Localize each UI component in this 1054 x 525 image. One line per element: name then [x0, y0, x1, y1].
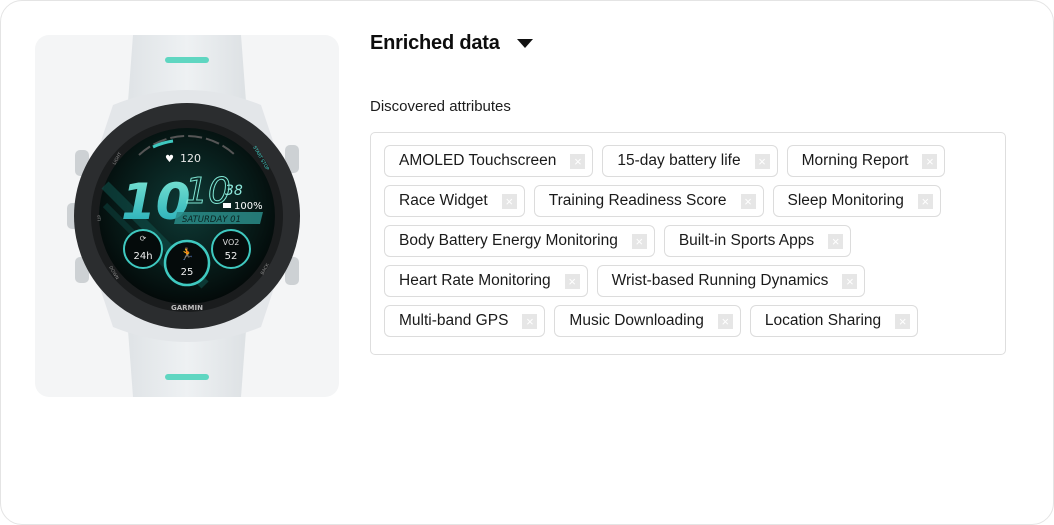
attribute-chip-label: Heart Rate Monitoring	[399, 272, 551, 290]
close-icon[interactable]: ×	[917, 193, 933, 209]
attribute-chip-label: Wrist-based Running Dynamics	[611, 272, 829, 290]
product-image: ♥ 120 10 10 38 100% SATURDAY 01 ⟳ 24h 🏃 …	[35, 35, 339, 397]
attribute-chip[interactable]: Sleep Monitoring ×	[772, 185, 941, 217]
close-icon[interactable]: ×	[754, 153, 770, 169]
close-icon[interactable]: ×	[895, 313, 911, 329]
svg-text:UP: UP	[97, 215, 103, 221]
attribute-chip-label: Multi-band GPS	[399, 312, 509, 330]
close-icon[interactable]: ×	[522, 313, 538, 329]
attribute-chip[interactable]: Wrist-based Running Dynamics ×	[596, 265, 866, 297]
brand-logo: GARMIN	[171, 304, 203, 312]
widget-right	[211, 229, 251, 269]
svg-text:⟳: ⟳	[140, 234, 147, 243]
close-icon[interactable]: ×	[631, 233, 647, 249]
section-header[interactable]: Enriched data	[370, 32, 533, 55]
svg-text:25: 25	[181, 267, 194, 278]
attributes-label: Discovered attributes	[370, 98, 511, 115]
band-accent-top	[165, 57, 209, 63]
close-icon[interactable]: ×	[564, 273, 580, 289]
attribute-chip-label: Body Battery Energy Monitoring	[399, 232, 618, 250]
attribute-chip-label: Location Sharing	[764, 312, 882, 330]
svg-text:52: 52	[225, 251, 238, 262]
attribute-chip[interactable]: AMOLED Touchscreen ×	[384, 145, 594, 177]
svg-text:24h: 24h	[133, 251, 152, 262]
attribute-chip-label: Race Widget	[399, 192, 488, 210]
attribute-chip-label: AMOLED Touchscreen	[399, 152, 557, 170]
enriched-data-card: ♥ 120 10 10 38 100% SATURDAY 01 ⟳ 24h 🏃 …	[0, 0, 1054, 525]
attribute-chip[interactable]: 15-day battery life ×	[602, 145, 778, 177]
attributes-container: AMOLED Touchscreen × 15-day battery life…	[370, 132, 1006, 355]
attribute-chip-list: AMOLED Touchscreen × 15-day battery life…	[384, 145, 996, 337]
attribute-chip[interactable]: Morning Report ×	[786, 145, 946, 177]
attribute-chip-label: Morning Report	[801, 152, 909, 170]
attribute-chip[interactable]: Music Downloading ×	[554, 305, 741, 337]
attribute-chip-label: Built-in Sports Apps	[678, 232, 815, 250]
attribute-chip-label: Music Downloading	[569, 312, 704, 330]
band-accent-bottom	[165, 374, 209, 380]
attribute-chip-label: 15-day battery life	[617, 152, 741, 170]
close-icon[interactable]: ×	[717, 313, 733, 329]
heart-icon: ♥	[165, 154, 174, 165]
attribute-chip[interactable]: Body Battery Energy Monitoring ×	[384, 225, 655, 257]
close-icon[interactable]: ×	[828, 233, 844, 249]
close-icon[interactable]: ×	[922, 153, 938, 169]
section-title: Enriched data	[370, 32, 500, 54]
caret-down-icon[interactable]	[516, 39, 533, 48]
attribute-chip[interactable]: Multi-band GPS ×	[384, 305, 546, 337]
close-icon[interactable]: ×	[740, 193, 756, 209]
close-icon[interactable]: ×	[842, 273, 858, 289]
battery-icon	[223, 203, 231, 208]
battery-value: 100%	[234, 201, 263, 212]
attribute-chip[interactable]: Built-in Sports Apps ×	[663, 225, 852, 257]
date-label: SATURDAY 01	[182, 215, 241, 225]
attribute-chip[interactable]: Race Widget ×	[384, 185, 525, 217]
watch-illustration: ♥ 120 10 10 38 100% SATURDAY 01 ⟳ 24h 🏃 …	[67, 35, 300, 397]
attribute-chip-label: Sleep Monitoring	[787, 192, 904, 210]
run-icon: 🏃	[180, 247, 195, 261]
svg-text:VO2: VO2	[223, 238, 240, 247]
close-icon[interactable]: ×	[570, 153, 586, 169]
attribute-chip[interactable]: Heart Rate Monitoring ×	[384, 265, 588, 297]
attribute-chip[interactable]: Training Readiness Score ×	[533, 185, 764, 217]
attribute-chip-label: Training Readiness Score	[548, 192, 727, 210]
close-icon[interactable]: ×	[501, 193, 517, 209]
heart-rate-value: 120	[180, 152, 201, 165]
time-seconds: 38	[225, 183, 243, 199]
attribute-chip[interactable]: Location Sharing ×	[749, 305, 919, 337]
